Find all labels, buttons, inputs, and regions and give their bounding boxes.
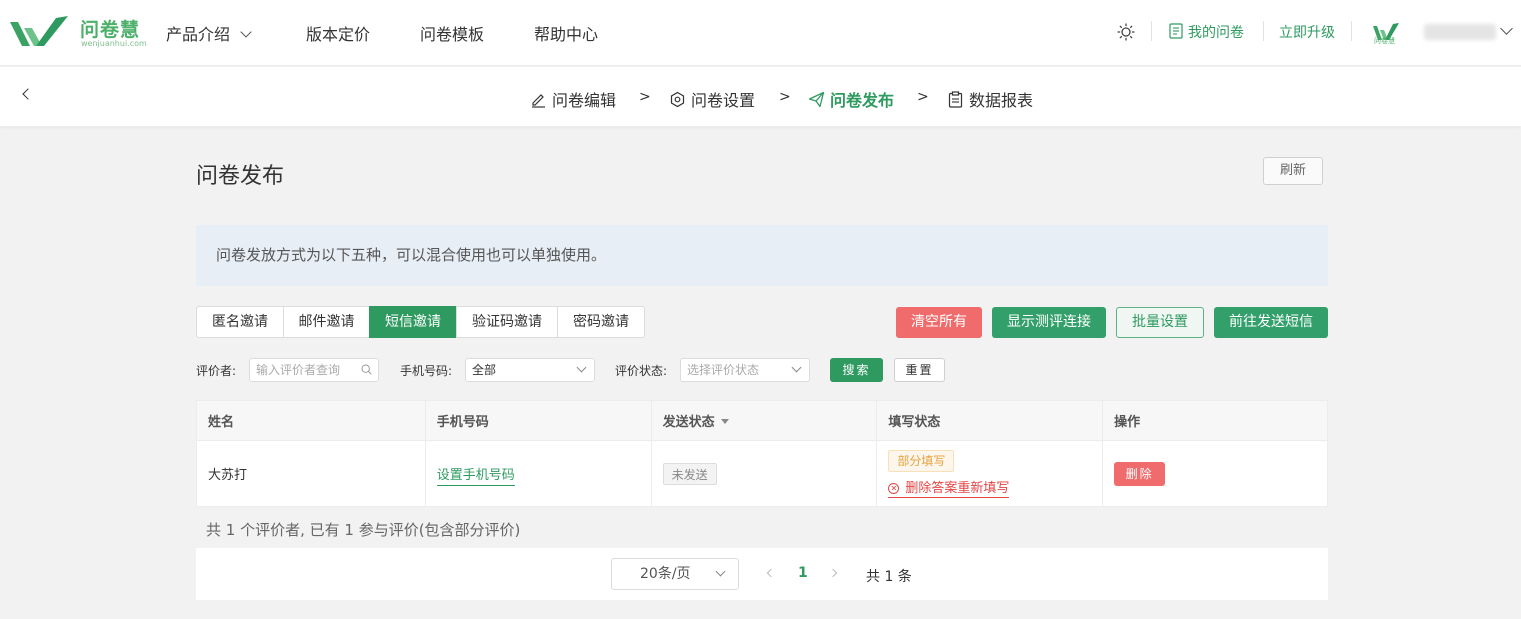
evaluator-search-placeholder: 输入评价者查询 [256, 363, 341, 377]
prev-page-icon[interactable] [766, 568, 776, 578]
edit-icon [532, 94, 545, 108]
status-select[interactable]: 选择评价状态 [680, 358, 810, 382]
nav-product-intro[interactable]: 产品介绍 [166, 21, 252, 45]
nav-product-intro-label: 产品介绍 [166, 25, 231, 44]
logo-mark-icon [10, 16, 68, 46]
col-operation: 操作 [1102, 400, 1328, 441]
total-count: 共 1 条 [866, 569, 912, 585]
chevron-down-icon [576, 362, 587, 373]
step-settings[interactable]: 问卷设置 [669, 87, 755, 111]
cell-phone: 设置手机号码 [424, 440, 652, 507]
step-report[interactable]: 数据报表 [947, 87, 1033, 111]
send-icon [808, 91, 825, 108]
tab-anonymous-invite[interactable]: 匿名邀请 [196, 306, 284, 338]
page-size-select[interactable]: 20条/页 [611, 558, 739, 590]
cell-send-status: 未发送 [650, 440, 878, 507]
tab-sms-invite[interactable]: 短信邀请 [369, 306, 457, 338]
tab-password-invite[interactable]: 密码邀请 [557, 306, 645, 338]
avatar-caption: 问卷慧 [1374, 37, 1395, 45]
col-send-status-label: 发送状态 [662, 415, 715, 430]
phone-select-value: 全部 [472, 363, 497, 377]
chevron-down-icon [715, 566, 726, 577]
status-badge: 未发送 [662, 462, 717, 485]
step-publish[interactable]: 问卷发布 [808, 87, 894, 111]
evaluator-table: 姓名 手机号码 发送状态 填写状态 操作 大苏打 设置手机号码 未发送 部分填写… [196, 400, 1328, 507]
document-icon [1169, 23, 1183, 39]
brand-name: 问卷慧 [80, 19, 141, 41]
delete-answer-refill-label: 删除答案重新填写 [905, 480, 1010, 496]
cell-fill-status: 部分填写 ✕ 删除答案重新填写 [876, 440, 1104, 507]
divider [1151, 21, 1152, 41]
evaluator-search-input[interactable]: 输入评价者查询 [249, 358, 379, 382]
notice-banner: 问卷发放方式为以下五种，可以混合使用也可以单独使用。 [196, 225, 1328, 286]
tab-email-invite[interactable]: 邮件邀请 [283, 306, 370, 338]
my-surveys-link[interactable]: 我的问卷 [1188, 22, 1244, 42]
step-separator: > [917, 89, 929, 105]
show-eval-link-button[interactable]: 显示测评连接 [992, 307, 1106, 338]
cell-name: 大苏打 [196, 440, 426, 507]
sun-icon[interactable] [1117, 23, 1135, 41]
brand-domain: wenjuanhui.com [81, 39, 147, 48]
batch-settings-button[interactable]: 批量设置 [1116, 307, 1204, 338]
divider [1263, 21, 1264, 41]
step-separator: > [779, 89, 791, 105]
search-icon [361, 364, 372, 375]
step-report-label: 数据报表 [969, 91, 1034, 110]
table-header-row: 姓名 手机号码 发送状态 填写状态 操作 [196, 400, 1328, 441]
settings-icon [670, 91, 685, 108]
divider [1351, 21, 1352, 41]
status-select-placeholder: 选择评价状态 [687, 363, 760, 377]
status-label: 评价状态: [615, 364, 668, 378]
tab-code-invite[interactable]: 验证码邀请 [456, 306, 558, 338]
col-send-status[interactable]: 发送状态 [650, 400, 878, 441]
step-separator: > [639, 89, 651, 105]
fill-status-badge: 部分填写 [888, 449, 955, 472]
nav-templates[interactable]: 问卷模板 [420, 21, 484, 45]
invite-tabs: 匿名邀请 邮件邀请 短信邀请 验证码邀请 密码邀请 [196, 306, 645, 338]
cell-operation: 删除 [1102, 440, 1328, 507]
reset-button[interactable]: 重置 [894, 358, 945, 382]
step-publish-label: 问卷发布 [830, 91, 895, 110]
page-title: 问卷发布 [196, 164, 285, 189]
phone-select[interactable]: 全部 [465, 358, 595, 382]
back-icon[interactable] [22, 88, 34, 100]
nav-pricing[interactable]: 版本定价 [306, 21, 370, 45]
nav-help-center[interactable]: 帮助中心 [534, 21, 598, 45]
delete-button[interactable]: 删除 [1114, 461, 1166, 486]
set-phone-link[interactable]: 设置手机号码 [436, 468, 515, 486]
chevron-down-icon[interactable] [1500, 22, 1513, 35]
table-row: 大苏打 设置手机号码 未发送 部分填写 ✕ 删除答案重新填写 删除 [196, 440, 1328, 507]
close-circle-icon: ✕ [888, 482, 900, 494]
sort-caret-icon[interactable] [720, 419, 729, 424]
col-phone: 手机号码 [424, 400, 652, 441]
delete-answer-refill-link[interactable]: ✕ 删除答案重新填写 [888, 477, 1010, 498]
phone-label: 手机号码: [400, 364, 453, 378]
page-size-value: 20条/页 [640, 566, 691, 582]
brand-logo[interactable]: 问卷慧 wenjuanhui.com [8, 12, 148, 52]
search-button[interactable]: 搜索 [830, 358, 883, 382]
col-name: 姓名 [196, 400, 426, 441]
page-number[interactable]: 1 [798, 565, 808, 581]
evaluator-label: 评价者: [196, 364, 237, 378]
pagination: 20条/页 1 共 1 条 [196, 548, 1328, 600]
chevron-down-icon [240, 26, 252, 38]
top-nav: 问卷慧 wenjuanhui.com 产品介绍 版本定价 问卷模板 帮助中心 我… [0, 0, 1521, 66]
clipboard-icon [948, 91, 963, 108]
step-bar: 问卷编辑 > 问卷设置 > 问卷发布 > 数据报表 [0, 67, 1521, 126]
table-summary: 共 1 个评价者, 已有 1 参与评价(包含部分评价) [206, 521, 521, 539]
refresh-button[interactable]: 刷新 [1263, 157, 1323, 185]
upgrade-link[interactable]: 立即升级 [1279, 22, 1335, 42]
col-fill-status: 填写状态 [876, 400, 1104, 441]
step-settings-label: 问卷设置 [691, 91, 756, 110]
next-page-icon[interactable] [828, 568, 838, 578]
username-redacted[interactable] [1424, 24, 1496, 40]
step-edit-label: 问卷编辑 [552, 91, 617, 110]
chevron-down-icon [791, 362, 802, 373]
step-edit[interactable]: 问卷编辑 [530, 87, 616, 111]
clear-all-button[interactable]: 清空所有 [896, 307, 982, 338]
go-send-sms-button[interactable]: 前往发送短信 [1214, 307, 1328, 338]
